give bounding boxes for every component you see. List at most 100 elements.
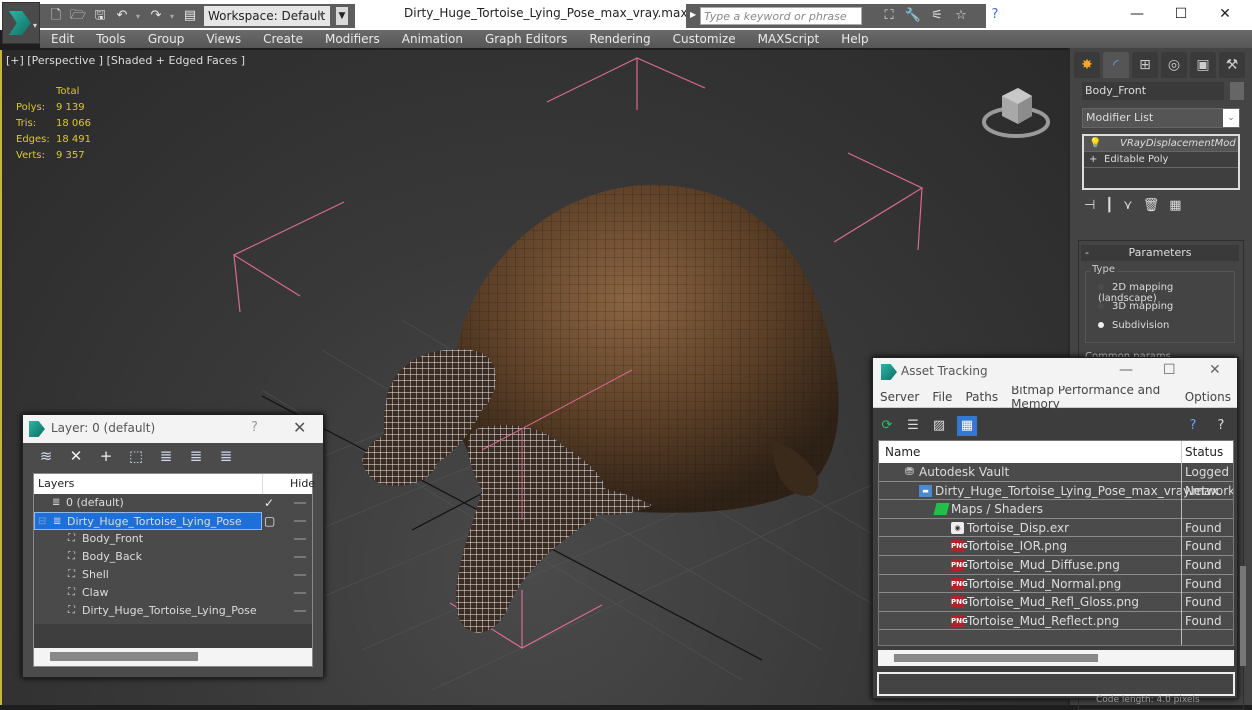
- hide-toggle[interactable]: [294, 556, 306, 558]
- minimize-button[interactable]: —: [1119, 362, 1133, 378]
- display-tab-icon[interactable]: ▣: [1190, 52, 1216, 78]
- layer-name-cell[interactable]: ⛶ Body_Front: [34, 530, 262, 548]
- vertical-scrollbar[interactable]: [1240, 566, 1246, 666]
- menu-modifiers[interactable]: Modifiers: [314, 30, 391, 48]
- undo-icon[interactable]: ↶: [114, 8, 130, 24]
- hide-toggle[interactable]: [294, 520, 306, 522]
- horizontal-scrollbar[interactable]: [878, 650, 1234, 666]
- utilities-tab-icon[interactable]: ⚒: [1219, 52, 1245, 78]
- menu-edit[interactable]: Edit: [40, 30, 85, 48]
- layer-name-cell[interactable]: ⛶ Claw: [34, 584, 262, 602]
- asset-menu-server[interactable]: Server: [873, 390, 925, 404]
- hide-all-layers-icon[interactable]: ≣: [187, 447, 205, 465]
- asset-row[interactable]: ▬ Dirty_Huge_Tortoise_Lying_Pose_max_vray…: [879, 481, 1233, 501]
- delete-layer-icon[interactable]: ✕: [67, 447, 85, 465]
- viewport-label[interactable]: [+] [Perspective ] [Shaded + Edged Faces…: [6, 54, 245, 67]
- object-row[interactable]: ⛶ Shell: [34, 566, 312, 584]
- collapse-icon[interactable]: ⊟: [38, 513, 46, 531]
- key-icon[interactable]: 🔧: [904, 8, 922, 24]
- modifier-list-dropdown[interactable]: Modifier List ⌄: [1082, 108, 1240, 128]
- minimize-button[interactable]: —: [1122, 4, 1152, 24]
- close-button[interactable]: ✕: [1210, 4, 1240, 24]
- pin-stack-icon[interactable]: ⊣: [1084, 198, 1095, 213]
- app-menu-button[interactable]: ▾: [2, 2, 40, 44]
- hide-toggle[interactable]: [294, 592, 306, 594]
- layer-row[interactable]: ≣ Dirty_Huge_Tortoise_Lying_Pose ⊟ ▢: [34, 512, 312, 530]
- search-expand-icon[interactable]: ▶: [690, 10, 696, 19]
- layer-name-cell[interactable]: ≣ 0 (default): [34, 494, 262, 512]
- menu-maxscript[interactable]: MAXScript: [747, 30, 831, 48]
- redo-icon[interactable]: ↷: [148, 8, 164, 24]
- help-button[interactable]: ?: [251, 420, 258, 435]
- asset-menu-paths[interactable]: Paths: [958, 390, 1004, 404]
- help-icon[interactable]: ?: [986, 7, 1004, 23]
- menu-create[interactable]: Create: [252, 30, 314, 48]
- asset-row[interactable]: ⛃ Autodesk Vault Logged C: [879, 463, 1233, 482]
- column-status[interactable]: Status: [1185, 441, 1223, 463]
- layer-row[interactable]: ≣ 0 (default) ✓: [34, 494, 312, 512]
- layer-dialog-titlebar[interactable]: Layer: 0 (default) ? ✕: [23, 415, 323, 443]
- search-input[interactable]: [700, 7, 862, 25]
- radio-button[interactable]: [1098, 284, 1104, 290]
- close-button[interactable]: ✕: [1209, 362, 1221, 378]
- asset-dialog-titlebar[interactable]: Asset Tracking — ☐ ✕: [873, 358, 1237, 386]
- scrollbar-thumb[interactable]: [50, 652, 198, 661]
- highlight-layer-icon[interactable]: ≣: [157, 447, 175, 465]
- column-hide[interactable]: Hide: [290, 474, 315, 494]
- hide-toggle[interactable]: [294, 502, 306, 504]
- chevron-down-icon[interactable]: ▾: [136, 12, 142, 21]
- layer-name-cell[interactable]: ≣ Dirty_Huge_Tortoise_Lying_Pose ⊟: [34, 512, 262, 530]
- save-icon[interactable]: 🖫: [92, 8, 108, 24]
- asset-row[interactable]: Maps / Shaders: [879, 500, 1233, 520]
- asset-row[interactable]: PNG Tortoise_Mud_Refl_Gloss.png Found: [879, 593, 1233, 613]
- close-button[interactable]: ✕: [293, 418, 306, 437]
- maximize-button[interactable]: ☐: [1166, 4, 1196, 24]
- list-view-icon[interactable]: ☰: [903, 416, 923, 436]
- horizontal-scrollbar[interactable]: [34, 648, 312, 666]
- hide-toggle[interactable]: [294, 574, 306, 576]
- motion-tab-icon[interactable]: ◎: [1161, 52, 1187, 78]
- asset-row[interactable]: PNG Tortoise_IOR.png Found: [879, 537, 1233, 557]
- configure-sets-icon[interactable]: ▦: [1169, 198, 1181, 213]
- asset-menu-file[interactable]: File: [925, 390, 958, 404]
- make-unique-icon[interactable]: ⋎: [1123, 198, 1133, 213]
- satellite-icon[interactable]: ⚟: [928, 8, 946, 24]
- modify-tab-icon[interactable]: ◜: [1103, 52, 1129, 78]
- type-radio-option[interactable]: 3D mapping: [1098, 301, 1173, 312]
- lightbulb-icon[interactable]: 💡: [1089, 136, 1101, 152]
- menu-rendering[interactable]: Rendering: [578, 30, 661, 48]
- column-layers[interactable]: Layers: [38, 474, 74, 494]
- active-layer-checkbox[interactable]: ▢: [264, 512, 275, 530]
- hide-toggle[interactable]: [294, 538, 306, 540]
- project-folder-icon[interactable]: ▤: [182, 8, 198, 24]
- menu-graph-editors[interactable]: Graph Editors: [474, 30, 578, 48]
- parameters-rollout-header[interactable]: - Parameters: [1081, 245, 1239, 261]
- create-tab-icon[interactable]: ✸: [1074, 52, 1100, 78]
- menu-customize[interactable]: Customize: [662, 30, 747, 48]
- modifier-stack-item[interactable]: + Editable Poly: [1084, 152, 1238, 168]
- star-icon[interactable]: ☆: [952, 8, 970, 24]
- asset-row[interactable]: ◉ Tortoise_Disp.exr Found: [879, 518, 1233, 538]
- menu-help[interactable]: Help: [830, 30, 879, 48]
- radio-button[interactable]: [1098, 303, 1104, 309]
- whats-this-icon[interactable]: ?: [1211, 416, 1231, 436]
- radio-button[interactable]: [1098, 322, 1104, 328]
- asset-row[interactable]: PNG Tortoise_Mud_Diffuse.png Found: [879, 555, 1233, 575]
- layer-name-cell[interactable]: ⛶ Body_Back: [34, 548, 262, 566]
- menu-tools[interactable]: Tools: [85, 30, 137, 48]
- table-view-icon[interactable]: ▦: [957, 416, 977, 436]
- column-name[interactable]: Name: [885, 441, 920, 463]
- show-end-result-icon[interactable]: ┃: [1105, 198, 1113, 213]
- asset-menu-options[interactable]: Options: [1178, 390, 1237, 404]
- asset-row[interactable]: PNG Tortoise_Mud_Normal.png Found: [879, 574, 1233, 594]
- maximize-button[interactable]: ☐: [1163, 362, 1176, 378]
- open-folder-icon[interactable]: 🗁: [70, 8, 86, 24]
- remove-modifier-icon[interactable]: 🗑: [1143, 198, 1160, 213]
- thumbnail-view-icon[interactable]: ▨: [929, 416, 949, 436]
- asset-menu-bitmap-performance-and-memory[interactable]: Bitmap Performance and Memory: [1004, 383, 1178, 411]
- hide-toggle[interactable]: [294, 610, 306, 612]
- new-file-icon[interactable]: 🗋: [48, 8, 64, 24]
- viewcube[interactable]: [980, 82, 1052, 142]
- freeze-all-layers-icon[interactable]: ≣: [217, 447, 235, 465]
- scrollbar-thumb[interactable]: [894, 654, 1098, 662]
